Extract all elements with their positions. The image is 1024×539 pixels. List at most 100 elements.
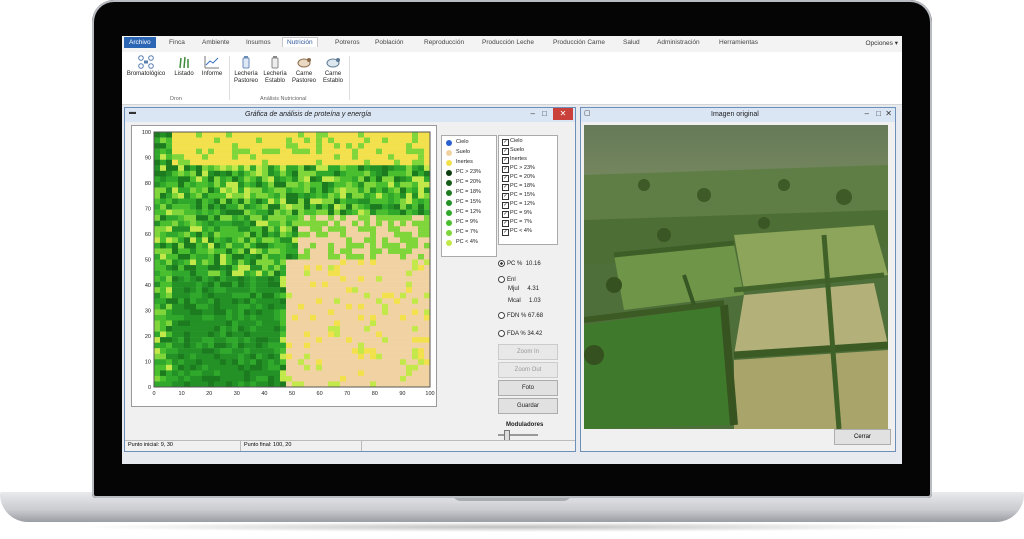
checkbox[interactable]: ✓: [502, 193, 509, 200]
carne-pastoreo-button[interactable]: Carne Pastoreo: [290, 55, 318, 85]
cerrar-button[interactable]: Cerrar: [834, 429, 891, 445]
close-icon[interactable]: ✕: [553, 108, 573, 120]
tab-reproduccion[interactable]: Reproducción: [424, 39, 464, 46]
lecheria-word: Lechería: [234, 71, 258, 77]
checkbox-label: PC = 15%: [510, 192, 535, 198]
legend-label: PC = 20%: [456, 179, 481, 185]
minimize-icon[interactable]: –: [865, 109, 869, 118]
carne-establo-button[interactable]: Carne Establo: [319, 55, 347, 85]
close-icon[interactable]: ✕: [885, 109, 892, 118]
legend-dot: [446, 200, 452, 206]
cattle-icon: [297, 58, 311, 68]
minimize-icon[interactable]: –: [531, 109, 535, 118]
checkbox[interactable]: ✓: [502, 166, 509, 173]
photo-window: ▢ Imagen original – □ ✕ Cerrar: [580, 107, 896, 452]
tab-produccion-carne[interactable]: Producción Carne: [553, 39, 605, 46]
checkbox-label: PC = 12%: [510, 201, 535, 207]
group-separator: [349, 56, 350, 100]
fda-option[interactable]: FDA % 34.42: [498, 330, 542, 337]
radio-button[interactable]: [498, 260, 505, 267]
legend-label: PC > 23%: [456, 169, 481, 175]
mcal-readout: Mcal 1.03: [508, 298, 541, 304]
legend-label: PC = 9%: [456, 219, 478, 225]
foto-button[interactable]: Foto: [498, 380, 558, 396]
bromatologico-label: Bromatológico: [126, 71, 166, 77]
lecheria-pastoreo-button[interactable]: Lechería Pastoreo: [232, 55, 260, 85]
checkbox[interactable]: ✓: [502, 211, 509, 218]
checkbox[interactable]: ✓: [502, 229, 509, 236]
photo-titlebar[interactable]: ▢ Imagen original – □ ✕: [581, 108, 895, 122]
checkbox[interactable]: ✓: [502, 148, 509, 155]
tab-finca[interactable]: Finca: [169, 39, 185, 46]
x-tick-label: 70: [344, 391, 350, 397]
zoom-out-button[interactable]: Zoom Out: [498, 362, 558, 378]
protein-energy-map[interactable]: 100 90 80 70 60 50 40 30 20 10 0 0 10 20 30 40 50 60 70 80 9…: [131, 125, 437, 407]
carne-word: Carne: [324, 71, 342, 77]
fda-value: 34.42: [527, 331, 543, 338]
guardar-button[interactable]: Guardar: [498, 398, 558, 414]
legend-label: Suelo: [456, 149, 471, 155]
line-chart-icon: [204, 56, 219, 69]
enl-option[interactable]: Enl: [498, 276, 516, 283]
aerial-photo-image: [584, 125, 888, 429]
tab-ambiente[interactable]: Ambiente: [202, 39, 229, 46]
mcal-value: 1.03: [529, 298, 541, 304]
radio-button[interactable]: [498, 276, 505, 283]
lecheria-establo-button[interactable]: Lechería Establo: [261, 55, 289, 85]
mjul-readout: Mjul 4.31: [508, 286, 539, 292]
zoom-in-button[interactable]: Zoom In: [498, 344, 558, 360]
analysis-window: ▬ Gráfica de análisis de proteína y ener…: [124, 107, 576, 452]
tab-salud[interactable]: Salud: [623, 39, 640, 46]
legend-dot: [446, 160, 452, 166]
maximize-icon[interactable]: □: [542, 109, 547, 118]
tab-archivo[interactable]: Archivo: [124, 37, 156, 48]
cattle-icon: [326, 58, 340, 68]
lecheria-pastoreo-label: Lechería Pastoreo: [234, 71, 258, 84]
workspace: ▬ Gráfica de análisis de proteína y ener…: [122, 105, 902, 464]
radio-button[interactable]: [498, 312, 505, 319]
checkbox-label: Suelo: [510, 147, 525, 153]
tab-nutricion[interactable]: Nutrición: [282, 37, 318, 47]
legend-label: Cielo: [456, 139, 469, 145]
checkbox[interactable]: ✓: [502, 184, 509, 191]
moduladores-slider[interactable]: [498, 430, 538, 441]
options-menu[interactable]: Opciones ▾: [865, 39, 898, 47]
informe-button[interactable]: Informe: [198, 55, 226, 78]
legend-label: Inertes: [456, 159, 473, 165]
y-tick-label: 10: [145, 360, 151, 366]
mjul-value: 4.31: [527, 286, 540, 292]
aerial-photo: [584, 125, 888, 429]
checkbox[interactable]: ✓: [502, 220, 509, 227]
map-canvas: 10090807060504030201000 10 20 30 40 50 60 70 80 9…: [142, 130, 435, 397]
checkbox-label: PC > 23%: [510, 165, 535, 171]
maximize-icon[interactable]: □: [876, 109, 881, 118]
drone-icon: [138, 55, 154, 69]
x-tick-label: 40: [261, 391, 267, 397]
checkbox[interactable]: ✓: [502, 139, 509, 146]
tab-insumos[interactable]: Insumos: [246, 39, 271, 46]
photo-title: Imagen original: [711, 111, 759, 118]
tab-potreros[interactable]: Potreros: [335, 39, 360, 46]
fdn-value: 67.68: [528, 313, 544, 320]
legend-dot: [446, 140, 452, 146]
tab-produccion-leche[interactable]: Producción Leche: [482, 39, 534, 46]
bromatologico-button[interactable]: Bromatológico: [126, 55, 166, 78]
tab-administracion[interactable]: Administración: [657, 39, 700, 46]
checkbox[interactable]: ✓: [502, 175, 509, 182]
cow-icon: ▬: [129, 109, 136, 116]
analysis-titlebar[interactable]: ▬ Gráfica de análisis de proteína y ener…: [125, 108, 575, 122]
options-label: Opciones: [865, 40, 893, 47]
y-tick-label: 100: [142, 130, 151, 136]
tab-herramientas[interactable]: Herramientas: [719, 39, 758, 46]
fdn-option[interactable]: FDN % 67.68: [498, 312, 543, 319]
listado-button[interactable]: Listado: [170, 55, 198, 78]
listado-label: Listado: [174, 71, 194, 77]
checkbox[interactable]: ✓: [502, 157, 509, 164]
checkbox[interactable]: ✓: [502, 202, 509, 209]
milk-bottle-icon: [242, 56, 250, 69]
pc-option[interactable]: PC % 10.16: [498, 260, 541, 267]
carne-pastoreo-label: Carne Pastoreo: [292, 71, 316, 84]
lecheria-establo-label: Lechería Establo: [263, 71, 286, 84]
radio-button[interactable]: [498, 330, 505, 337]
tab-poblacion[interactable]: Población: [375, 39, 404, 46]
